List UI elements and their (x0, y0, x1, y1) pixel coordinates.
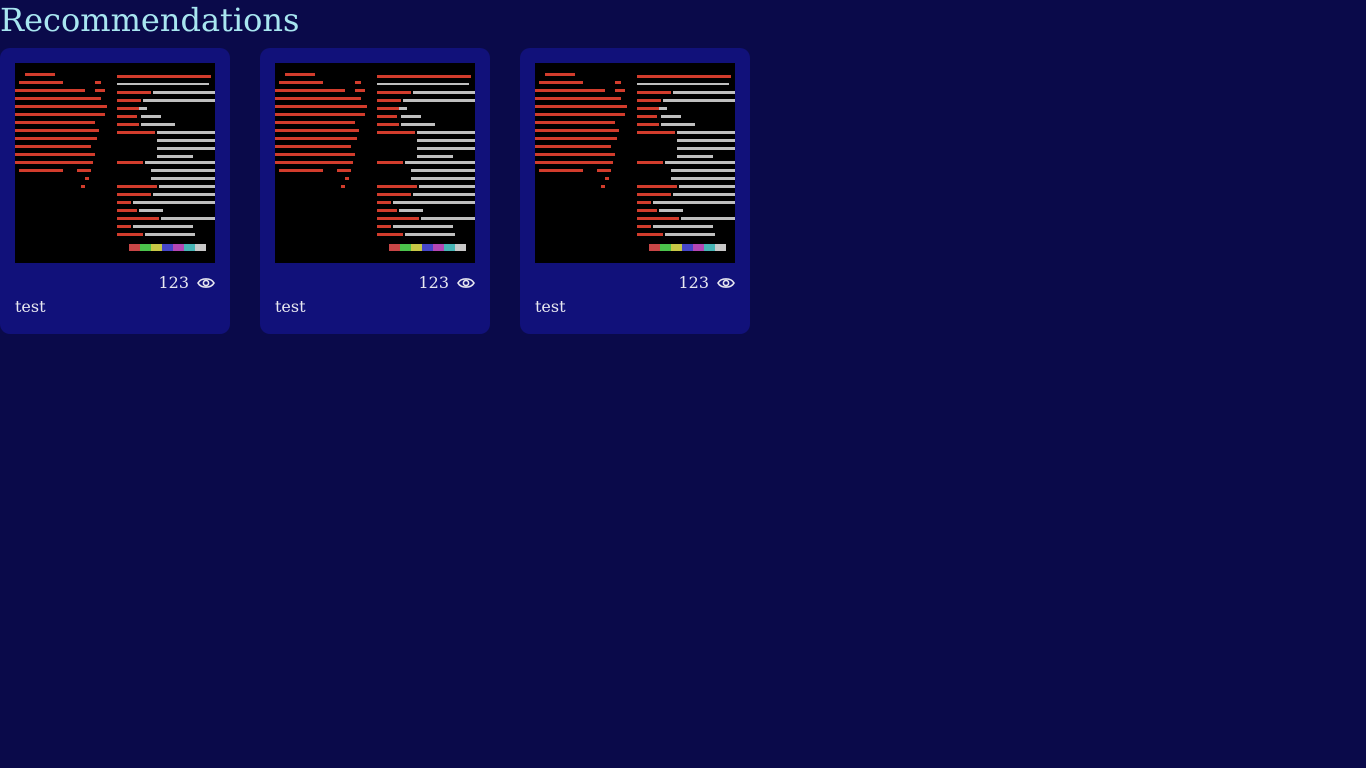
view-count: 123 (158, 273, 189, 292)
thumbnail-image (15, 73, 215, 251)
view-count: 123 (678, 273, 709, 292)
card-title[interactable]: test (15, 297, 46, 316)
recommendations-list: 123 test 123 test 123 test (0, 48, 750, 334)
page-title: Recommendations (0, 1, 300, 39)
eye-icon (717, 276, 735, 290)
card-thumbnail[interactable] (275, 63, 475, 263)
card-stats: 123 (678, 273, 735, 292)
card-title[interactable]: test (535, 297, 566, 316)
view-count: 123 (418, 273, 449, 292)
recommendation-card[interactable]: 123 test (520, 48, 750, 334)
recommendation-card[interactable]: 123 test (0, 48, 230, 334)
card-thumbnail[interactable] (535, 63, 735, 263)
thumbnail-image (275, 73, 475, 251)
thumbnail-image (535, 73, 735, 251)
eye-icon (457, 276, 475, 290)
card-thumbnail[interactable] (15, 63, 215, 263)
recommendation-card[interactable]: 123 test (260, 48, 490, 334)
card-stats: 123 (418, 273, 475, 292)
card-title[interactable]: test (275, 297, 306, 316)
eye-icon (197, 276, 215, 290)
card-stats: 123 (158, 273, 215, 292)
